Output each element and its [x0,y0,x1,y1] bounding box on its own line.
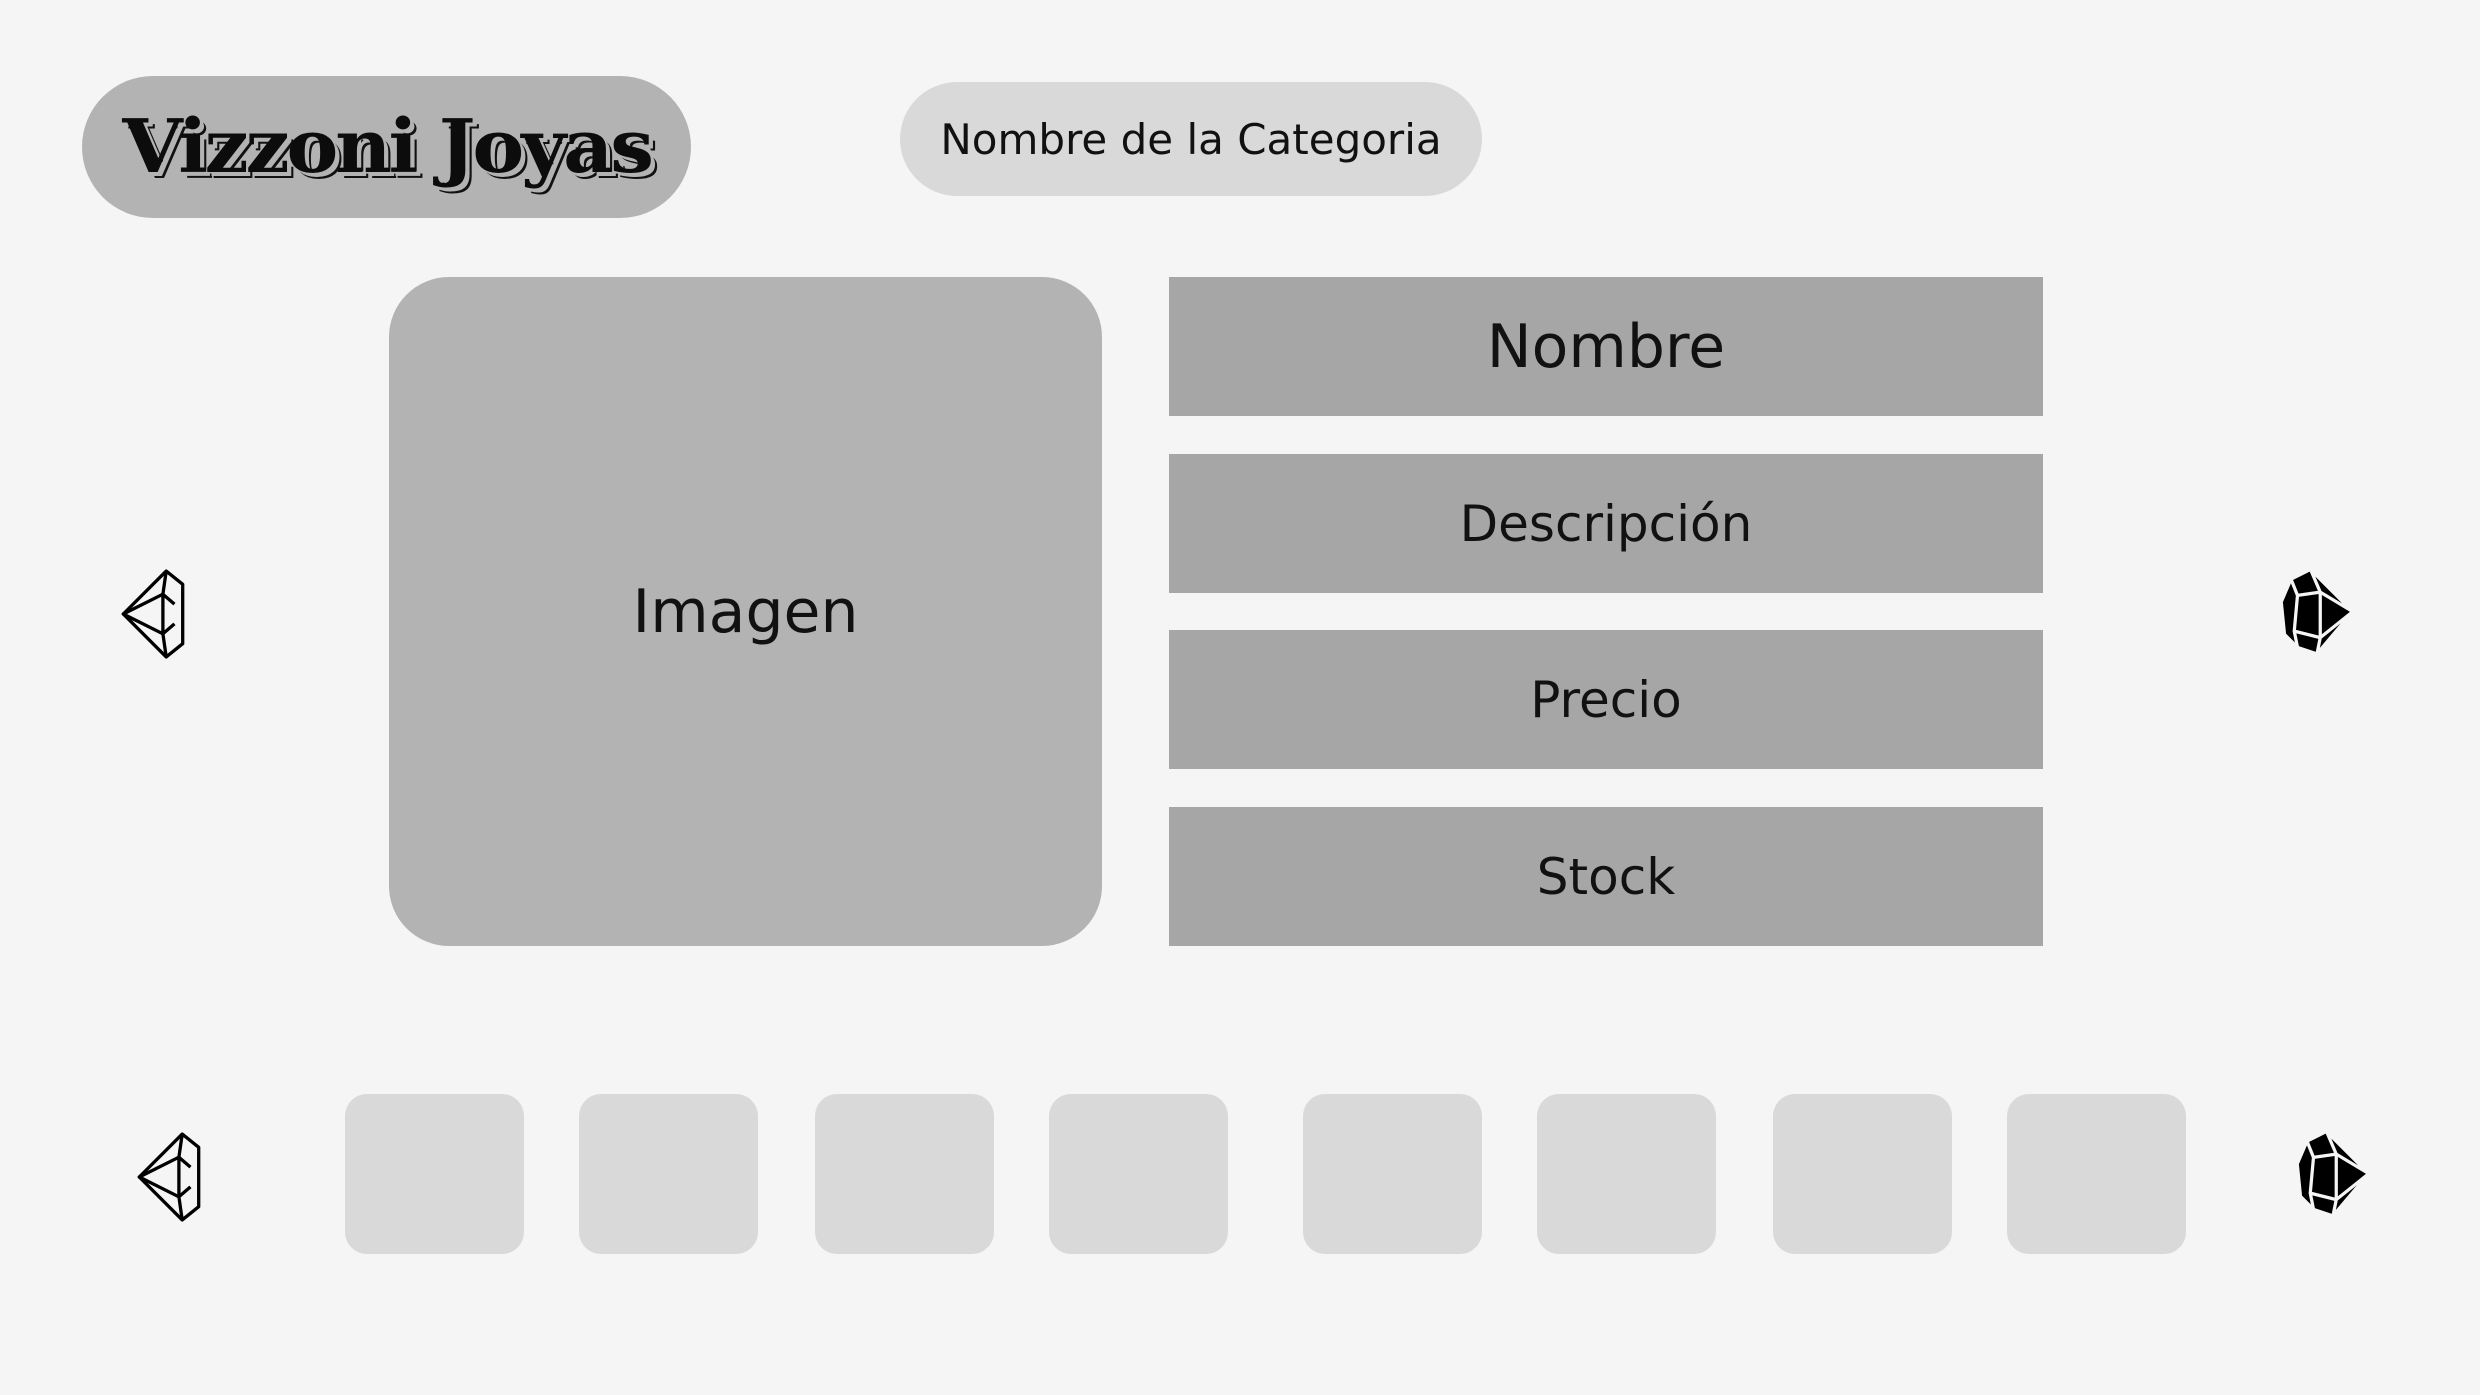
thumbnail-5[interactable] [1303,1094,1482,1254]
thumbnail-7[interactable] [1773,1094,1952,1254]
image-label: Imagen [632,576,859,647]
diamond-outline-left-icon [137,1132,201,1222]
diamond-outline-left-icon [121,569,185,659]
thumbnail-2[interactable] [579,1094,758,1254]
thumbnail-4[interactable] [1049,1094,1228,1254]
category-button[interactable]: Nombre de la Categoria [900,82,1482,196]
thumbnail-8[interactable] [2007,1094,2186,1254]
next-thumbnails-button[interactable] [2294,1124,2372,1220]
thumbnail-1[interactable] [345,1094,524,1254]
diamond-solid-right-icon [2295,1129,2371,1218]
product-stock-field: Stock [1169,807,2043,946]
product-description-field: Descripción [1169,454,2043,593]
logo[interactable]: Vizzoni Joyas [82,76,691,218]
product-price-field: Precio [1169,630,2043,769]
prev-product-button[interactable] [120,566,186,662]
next-product-button[interactable] [2278,562,2356,658]
logo-text: Vizzoni Joyas [122,104,654,190]
thumbnail-6[interactable] [1537,1094,1716,1254]
thumbnail-3[interactable] [815,1094,994,1254]
product-image: Imagen [389,277,1102,946]
product-name-field: Nombre [1169,277,2043,416]
diamond-solid-right-icon [2279,567,2355,656]
prev-thumbnails-button[interactable] [136,1129,202,1225]
